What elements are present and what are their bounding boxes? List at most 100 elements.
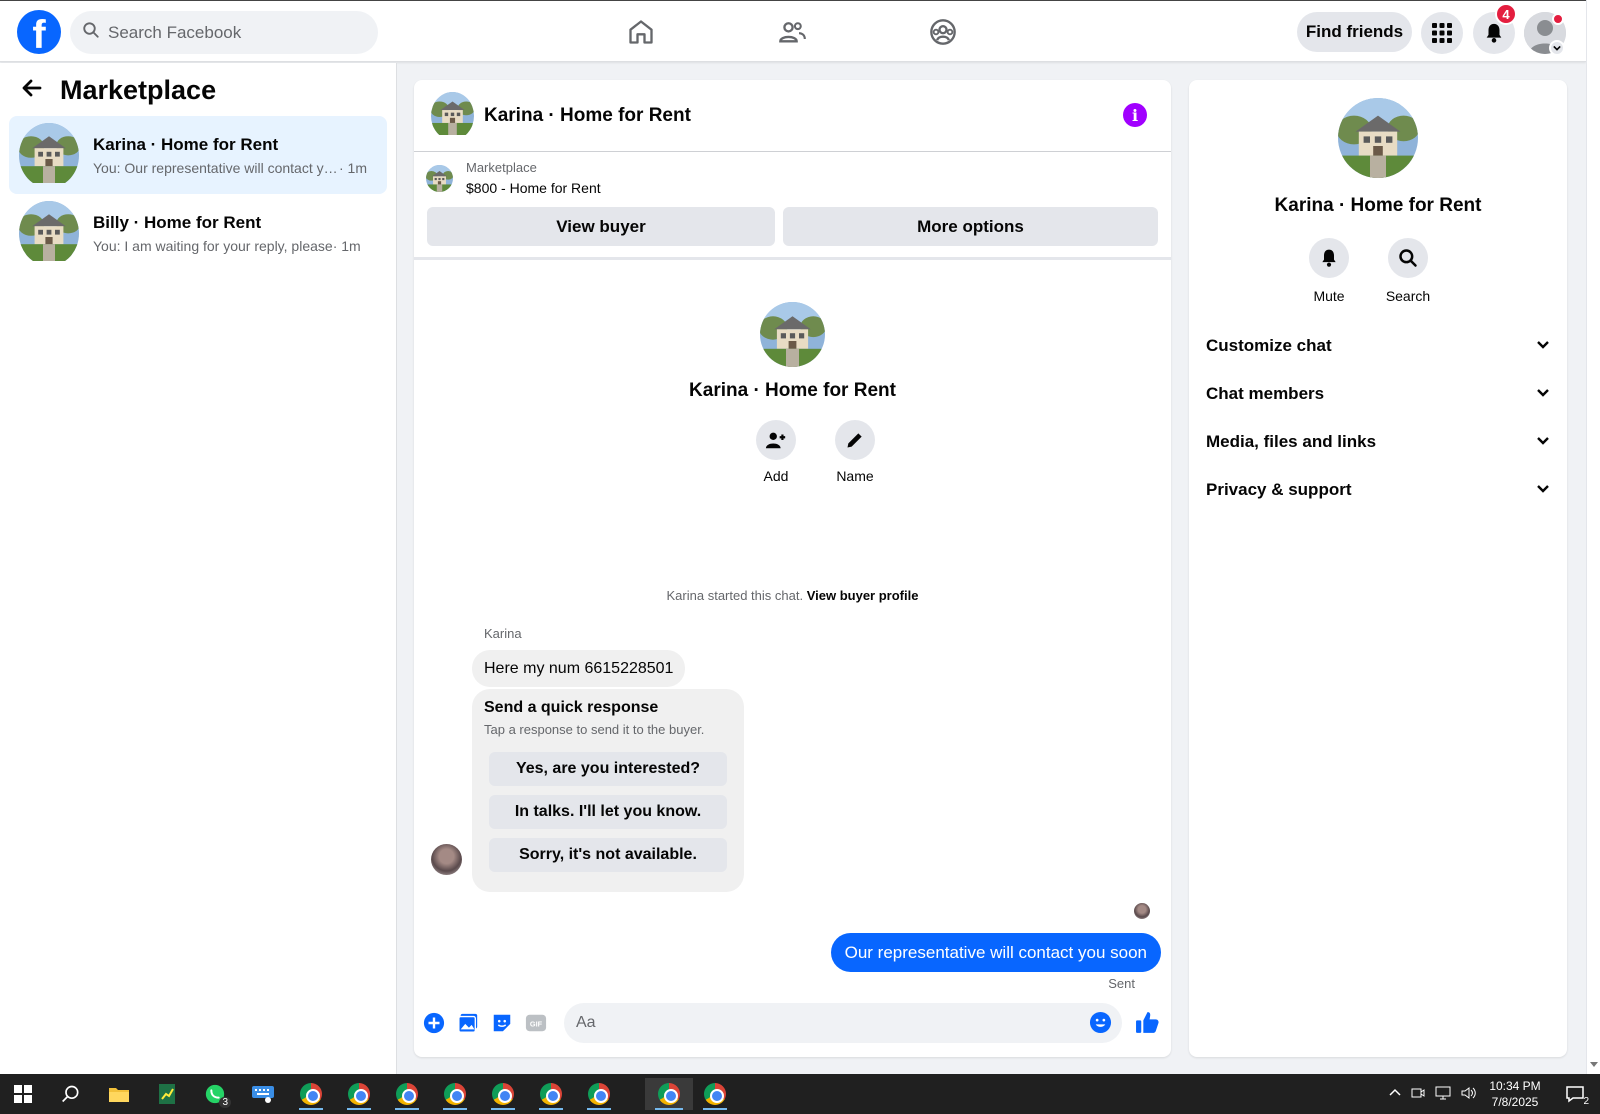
page-scrollbar[interactable] [1586, 0, 1600, 1074]
chat-avatar[interactable] [431, 92, 474, 140]
read-receipt-avatar [1134, 903, 1150, 919]
gif-label: GIF [530, 1020, 543, 1029]
marketplace-conversation-list: Marketplace Karina · Home for Rent You: … [0, 63, 397, 1074]
quick-response-button[interactable]: Sorry, it's not available. [489, 838, 727, 872]
chat-members-section[interactable]: Chat members [1206, 374, 1551, 414]
page-title: Marketplace [60, 75, 217, 105]
listing-price: $800 - Home for Rent [466, 180, 601, 196]
media-files-links-section[interactable]: Media, files and links [1206, 422, 1551, 462]
view-buyer-button[interactable]: View buyer [427, 207, 775, 246]
search-icon [82, 21, 100, 44]
groups-icon[interactable] [925, 14, 961, 50]
conversation-item-billy[interactable]: Billy · Home for Rent You: I am waiting … [9, 194, 387, 272]
photo-icon[interactable] [456, 1011, 480, 1035]
back-arrow-icon[interactable] [20, 76, 44, 105]
plus-circle-icon[interactable] [422, 1011, 446, 1035]
spreadsheet-app-icon[interactable] [147, 1078, 187, 1110]
emoji-icon[interactable] [1089, 1011, 1112, 1039]
outgoing-message[interactable]: Our representative will contact you soon [830, 933, 1161, 972]
windows-start-icon[interactable] [3, 1078, 43, 1110]
name-chat-action[interactable]: Name [825, 420, 885, 484]
chrome-active-window-icon[interactable] [645, 1078, 693, 1110]
friends-icon[interactable] [774, 14, 810, 50]
listing-thumbnail [19, 123, 79, 188]
quick-response-title: Send a quick response [484, 699, 659, 716]
account-alert-dot [1552, 13, 1564, 25]
info-profile-name: Karina · Home for Rent [1274, 195, 1482, 216]
info-profile-avatar[interactable] [1338, 98, 1418, 178]
view-buyer-profile-link[interactable]: View buyer profile [807, 588, 919, 603]
mute-action[interactable]: Mute [1294, 238, 1364, 304]
menu-grid-icon[interactable] [1421, 12, 1463, 54]
facebook-logo-icon[interactable]: f [17, 10, 61, 54]
bell-icon[interactable] [1309, 238, 1349, 278]
chrome-profile-2-icon[interactable] [339, 1078, 379, 1110]
sender-avatar[interactable] [431, 844, 462, 875]
search-facebook-box[interactable] [70, 11, 378, 54]
more-options-button[interactable]: More options [783, 207, 1158, 246]
conversation-name: Billy · Home for Rent [93, 212, 262, 232]
chrome-profile-1-icon[interactable] [291, 1078, 331, 1110]
pencil-icon[interactable] [835, 420, 875, 460]
volume-icon[interactable] [1460, 1085, 1478, 1104]
add-people-action[interactable]: Add [746, 420, 806, 484]
chat-profile-avatar[interactable] [760, 302, 825, 367]
chrome-profile-3-icon[interactable] [387, 1078, 427, 1110]
search-facebook-input[interactable] [108, 22, 358, 43]
chevron-down-icon [1535, 432, 1551, 453]
info-icon[interactable]: i [1123, 103, 1147, 127]
chrome-profile-5-icon[interactable] [483, 1078, 523, 1110]
privacy-support-section[interactable]: Privacy & support [1206, 470, 1551, 510]
chrome-profile-6-icon[interactable] [531, 1078, 571, 1110]
whatsapp-icon[interactable]: 3 [195, 1078, 235, 1110]
taskbar-search-icon[interactable] [51, 1078, 91, 1110]
conversation-preview: You: Our representative will contact you… [93, 159, 339, 176]
conversation-info-panel: Karina · Home for Rent Mute Search Custo… [1189, 80, 1567, 1057]
incoming-message[interactable]: Here my num 6615228501 [472, 650, 686, 687]
search-icon[interactable] [1388, 238, 1428, 278]
chrome-profile-7-icon[interactable] [579, 1078, 619, 1110]
listing-banner[interactable]: Marketplace $800 - Home for Rent [426, 160, 601, 196]
clock-time: 10:34 PM [1489, 1079, 1541, 1093]
section-label: Chat members [1206, 384, 1325, 403]
chat-title[interactable]: Karina · Home for Rent [484, 105, 691, 127]
action-center-count: 2 [1583, 1096, 1589, 1107]
quick-response-button[interactable]: Yes, are you interested? [489, 752, 727, 786]
section-label: Privacy & support [1206, 480, 1352, 499]
chat-profile-name: Karina · Home for Rent [689, 380, 896, 401]
find-friends-button[interactable]: Find friends [1297, 12, 1412, 52]
customize-chat-section[interactable]: Customize chat [1206, 326, 1551, 366]
notifications-badge: 4 [1495, 3, 1517, 25]
message-composer: GIF [414, 997, 1171, 1049]
chat-window: Karina · Home for Rent i Marketplace $80… [414, 80, 1171, 1057]
network-icon[interactable] [1434, 1085, 1452, 1104]
add-person-icon[interactable] [756, 420, 796, 460]
conversation-item-karina[interactable]: Karina · Home for Rent You: Our represen… [9, 116, 387, 194]
meet-now-icon[interactable] [1410, 1085, 1426, 1104]
listing-label: Marketplace [466, 160, 537, 175]
top-navigation-bar: f Find friends 4 [0, 0, 1586, 62]
chevron-up-icon[interactable] [1388, 1086, 1402, 1103]
chrome-profile-4-icon[interactable] [435, 1078, 475, 1110]
chrome-profile-8-icon[interactable] [695, 1078, 735, 1110]
chat-started-notice: Karina started this chat. View buyer pro… [414, 588, 1171, 603]
listing-thumbnail [19, 201, 79, 266]
taskbar-clock[interactable]: 10:34 PM 7/8/2025 [1480, 1078, 1550, 1110]
name-label: Name [836, 468, 874, 484]
message-input-box[interactable] [564, 1003, 1122, 1043]
listing-thumbnail [426, 165, 453, 192]
quick-response-button[interactable]: In talks. I'll let you know. [489, 795, 727, 829]
home-icon[interactable] [623, 14, 659, 50]
message-input[interactable] [576, 1014, 1056, 1032]
gif-icon[interactable]: GIF [524, 1011, 548, 1035]
search-in-conversation-action[interactable]: Search [1373, 238, 1443, 304]
thumbs-up-icon[interactable] [1134, 1009, 1160, 1035]
quick-response-card: Send a quick response Tap a response to … [472, 689, 744, 892]
chevron-down-icon[interactable] [1549, 40, 1565, 56]
keyboard-app-icon[interactable] [243, 1078, 283, 1110]
conversation-time: · 1m [332, 237, 361, 254]
file-explorer-icon[interactable] [99, 1078, 139, 1110]
section-label: Customize chat [1206, 336, 1332, 355]
action-center-icon[interactable]: 2 [1555, 1078, 1595, 1110]
sticker-icon[interactable] [490, 1011, 514, 1035]
